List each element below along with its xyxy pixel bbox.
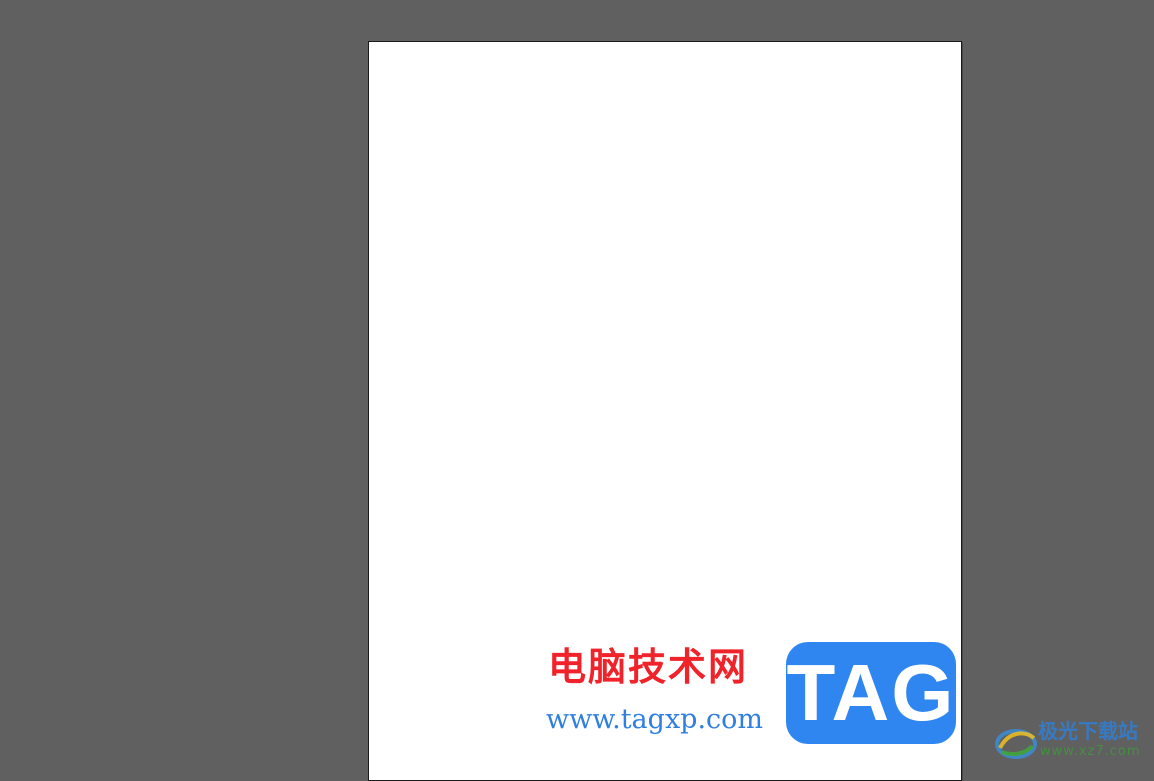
xz7-domain: www.xz7.com (1040, 744, 1141, 759)
xz7-watermark: 极光下载站 www.xz7.com (994, 720, 1150, 764)
tagxp-url: www.tagxp.com (546, 704, 764, 735)
aurora-swirl-icon (994, 722, 1038, 762)
tagxp-site-name: 电脑技术网 (548, 645, 749, 689)
tagxp-watermark: 电脑技术网 www.tagxp.com (544, 646, 784, 746)
tag-badge: TAG (786, 642, 956, 744)
xz7-name: 极光下载站 (1038, 719, 1138, 743)
